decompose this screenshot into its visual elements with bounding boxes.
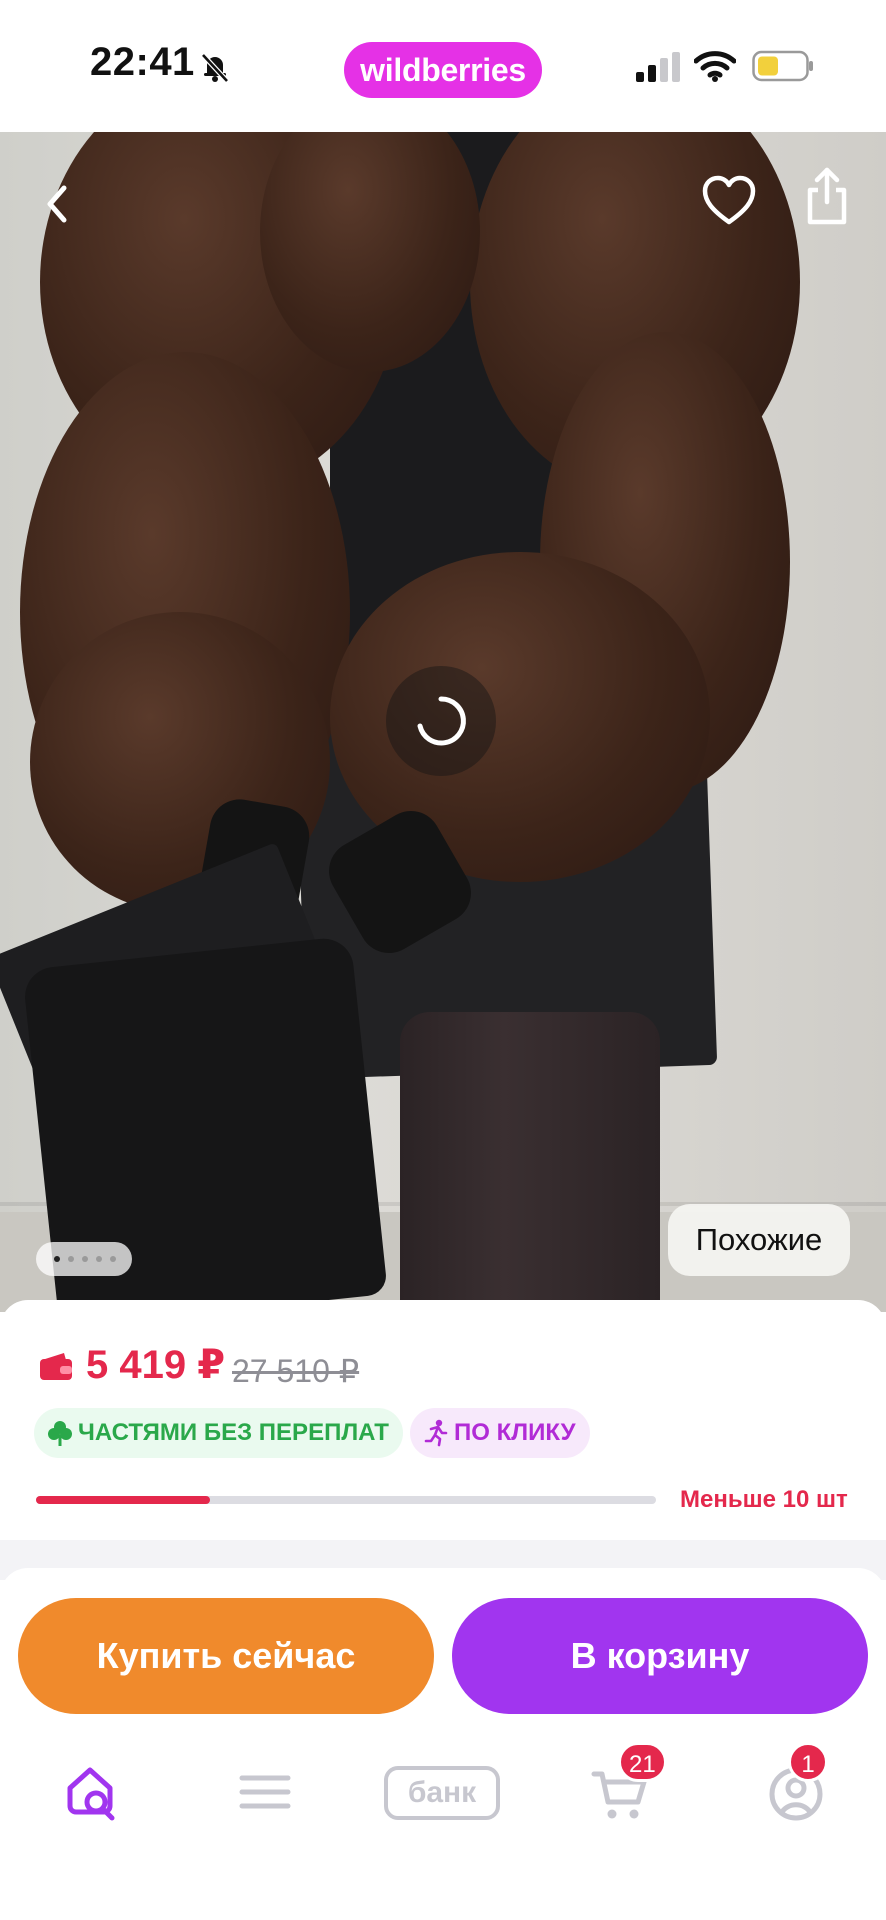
tab-home[interactable] [62, 1760, 122, 1824]
tab-bank[interactable]: банк [384, 1760, 502, 1824]
status-bar: 22:41 wildberries [0, 0, 886, 132]
similar-button[interactable]: Похожие [668, 1204, 850, 1276]
home-search-icon [67, 1767, 115, 1821]
brand-logo: wildberries [344, 42, 542, 98]
current-price: 5 419 ₽ [86, 1343, 226, 1387]
gallery-dot [110, 1256, 116, 1262]
cellular-signal-icon [636, 52, 680, 82]
gallery-dot [82, 1256, 88, 1262]
photo-legs [400, 1012, 660, 1312]
back-arrow-icon[interactable] [36, 172, 80, 236]
stock-label: Меньше 10 шт [680, 1486, 848, 1513]
gallery-dot [96, 1256, 102, 1262]
add-to-cart-button[interactable]: В корзину [452, 1598, 868, 1714]
tab-cart[interactable]: 21 [590, 1742, 667, 1824]
bottom-tab-bar: банк 21 1 [0, 1732, 886, 1852]
stock-progress-bar [36, 1496, 656, 1504]
tab-profile[interactable]: 1 [766, 1742, 828, 1824]
gallery-pagination [36, 1242, 132, 1276]
home-indicator [300, 1896, 586, 1906]
one-click-badge[interactable]: ПО КЛИКУ [410, 1408, 590, 1458]
wifi-icon [694, 51, 736, 82]
gallery-dot [68, 1256, 74, 1262]
old-price: 27 510 ₽ [232, 1353, 360, 1389]
gallery-dot [54, 1256, 60, 1262]
profile-notification-badge: 1 [788, 1742, 828, 1782]
menu-lines-icon [239, 1775, 291, 1809]
installments-label: ЧАСТЯМИ БЕЗ ПЕРЕПЛАТ [78, 1419, 389, 1446]
product-image[interactable]: Похожие [0, 132, 886, 1312]
status-time: 22:41 [90, 40, 195, 84]
heart-icon[interactable] [700, 172, 758, 230]
bell-muted-icon [201, 53, 229, 83]
loading-spinner [386, 666, 496, 776]
share-icon[interactable] [800, 162, 854, 228]
clover-icon [48, 1421, 72, 1446]
stock-progress-fill [36, 1496, 210, 1504]
tab-catalog[interactable] [238, 1760, 292, 1824]
installments-badge[interactable]: ЧАСТЯМИ БЕЗ ПЕРЕПЛАТ [34, 1408, 403, 1458]
cart-count-badge: 21 [618, 1742, 667, 1782]
one-click-label: ПО КЛИКУ [454, 1419, 576, 1446]
battery-icon [752, 50, 813, 82]
buy-now-button[interactable]: Купить сейчас [18, 1598, 434, 1714]
running-person-icon [424, 1419, 448, 1447]
loading-spinner-icon [417, 696, 466, 746]
bank-label: банк [384, 1766, 500, 1820]
price-card: 5 419 ₽ 27 510 ₽ ЧАСТЯМИ БЕЗ ПЕРЕПЛАТ ПО… [0, 1300, 886, 1540]
wallet-icon [40, 1353, 72, 1380]
